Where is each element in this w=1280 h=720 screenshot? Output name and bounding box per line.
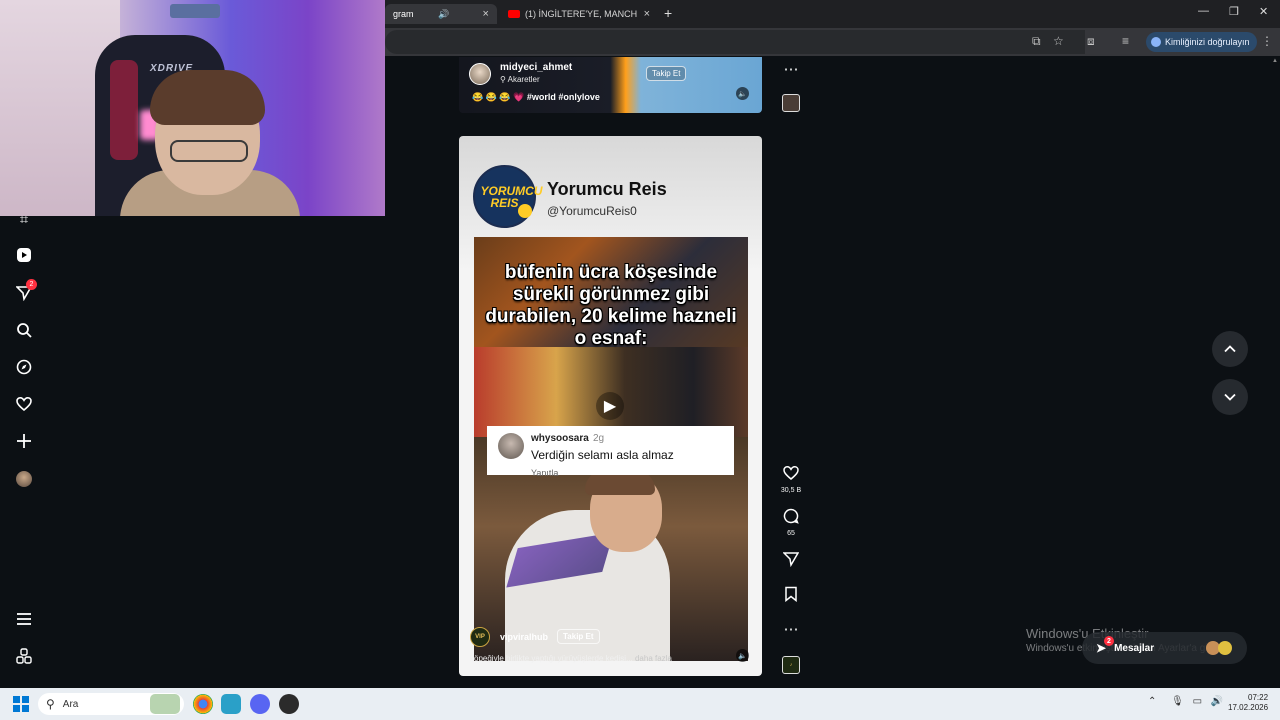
- app-icon[interactable]: [221, 694, 241, 714]
- more-options-icon[interactable]: ⋯: [780, 60, 802, 78]
- windows-taskbar: [0, 688, 1280, 720]
- post-location-label: Akaretler: [507, 75, 540, 84]
- create-icon[interactable]: [14, 431, 34, 451]
- mute-icon[interactable]: 🔈: [736, 649, 749, 662]
- windows-start-icon[interactable]: [13, 696, 29, 712]
- follow-button[interactable]: Takip Et: [557, 629, 600, 644]
- verify-identity-button[interactable]: Kimliğinizi doğrulayın: [1146, 32, 1257, 52]
- gaming-chair-stripe: [110, 60, 138, 160]
- page-scrollbar[interactable]: ▲: [1272, 58, 1278, 688]
- notification-badge: 2: [26, 279, 37, 290]
- clock-date: 17.02.2026: [1228, 703, 1269, 712]
- post-location[interactable]: ⚲ Akaretler: [500, 75, 540, 84]
- reel-author-username[interactable]: vipviralhub: [500, 632, 548, 642]
- previous-reel-button[interactable]: [1212, 331, 1248, 367]
- also-from-meta-icon[interactable]: [14, 646, 34, 666]
- taskbar-clock[interactable]: 07:22 17.02.2026: [1228, 693, 1268, 713]
- more-options-icon[interactable]: ⋯: [780, 620, 802, 638]
- post-caption: 😂 😂 😂 💗 #world #onlylove: [472, 92, 600, 102]
- address-bar[interactable]: [385, 30, 1085, 54]
- account-name: Yorumcu Reis: [547, 179, 667, 199]
- search-highlight-icon[interactable]: [150, 694, 180, 714]
- comment-count: 65: [787, 530, 795, 537]
- save-icon[interactable]: [780, 586, 802, 606]
- streamer-glasses: [170, 140, 248, 162]
- comment-username: whysoosara: [531, 433, 589, 444]
- webcam-shelf: [170, 4, 220, 18]
- comment-reply: Yanıtla: [531, 468, 559, 478]
- close-tab-icon[interactable]: ×: [644, 8, 650, 20]
- close-window-button[interactable]: ✕: [1259, 5, 1268, 18]
- system-tray[interactable]: ⌃ 🎙 ▭ 🔊: [1148, 696, 1223, 707]
- account-logo: YORUMCU REIS: [473, 165, 543, 228]
- shield-icon: [1151, 37, 1161, 47]
- webcam-overlay: XDRIVE: [0, 0, 385, 216]
- reel-caption-text: köpeğiyle birlikte yaptığı yürüyüşlerde …: [470, 654, 633, 663]
- vip-badge-text: VIP: [475, 634, 485, 640]
- messages-badge: 2: [1104, 636, 1114, 646]
- volume-icon[interactable]: 🔊: [1211, 696, 1223, 707]
- caption-more-link[interactable]: daha fazla: [635, 654, 672, 663]
- microphone-icon[interactable]: 🎙: [1171, 696, 1184, 707]
- audio-thumbnail[interactable]: [782, 94, 800, 112]
- account-handle: @YorumcuReis0: [547, 204, 637, 218]
- laughing-emoji-icon: [518, 204, 532, 218]
- youtube-icon: [508, 10, 520, 18]
- audio-thumbnail[interactable]: ♪: [782, 656, 800, 674]
- reel-caption: köpeğiyle birlikte yaptığı yürüyüşlerde …: [470, 654, 672, 663]
- video-headline: büfenin ücra köşesinde sürekli görünmez …: [485, 262, 737, 349]
- share-icon[interactable]: [780, 551, 802, 571]
- messages-label: Mesajlar: [1114, 642, 1155, 654]
- reels-icon[interactable]: [14, 245, 34, 265]
- message-avatar: [1218, 641, 1232, 655]
- obs-icon[interactable]: [279, 694, 299, 714]
- discord-icon[interactable]: [250, 694, 270, 714]
- comment-avatar: [498, 433, 524, 459]
- search-icon: ⚲: [46, 697, 55, 711]
- taskbar-search-placeholder: Ara: [62, 698, 79, 710]
- messages-nav-icon[interactable]: 2: [14, 279, 37, 303]
- search-icon[interactable]: [14, 320, 34, 340]
- reel-author-avatar[interactable]: VIP: [470, 627, 490, 647]
- streamer-hair: [150, 70, 265, 125]
- post-author-username[interactable]: midyeci_ahmet: [500, 62, 572, 73]
- messages-button[interactable]: ➤ 2 Mesajlar: [1082, 632, 1247, 664]
- monitor-icon[interactable]: ▭: [1193, 696, 1202, 707]
- minimize-button[interactable]: —: [1198, 5, 1209, 17]
- like-icon[interactable]: [780, 465, 802, 485]
- clock-time: 07:22: [1248, 693, 1269, 702]
- comment-time: 2g: [593, 433, 605, 444]
- like-count: 30,5 B: [780, 487, 802, 494]
- profile-avatar[interactable]: [16, 471, 32, 487]
- tab-title: gram: [393, 9, 414, 19]
- tab-instagram[interactable]: gram 🔊 ×: [385, 4, 497, 24]
- chevron-up-icon[interactable]: ⌃: [1148, 696, 1156, 707]
- comment-text: Verdiğin selamı asla almaz: [531, 448, 674, 462]
- media-control-icon[interactable]: ≡: [1122, 34, 1129, 48]
- install-app-icon[interactable]: ⧉: [1032, 34, 1041, 49]
- chrome-icon[interactable]: [193, 694, 213, 714]
- more-menu-icon[interactable]: [14, 609, 34, 629]
- comment-icon[interactable]: [780, 508, 802, 528]
- tab-title: (1) İNGİLTERE'YE, MANCHESTE: [525, 9, 637, 19]
- play-icon[interactable]: ▶: [596, 392, 624, 420]
- bookmark-star-icon[interactable]: ☆: [1053, 34, 1064, 48]
- verify-label: Kimliğinizi doğrulayın: [1165, 37, 1250, 47]
- next-reel-button[interactable]: [1212, 379, 1248, 415]
- follow-button[interactable]: Takip Et: [646, 66, 687, 81]
- location-pin-icon: ⚲: [500, 75, 508, 84]
- mute-icon[interactable]: 🔈: [736, 87, 749, 100]
- tab-youtube[interactable]: (1) İNGİLTERE'YE, MANCHESTE ×: [500, 4, 658, 24]
- browser-menu-icon[interactable]: ⋮: [1261, 34, 1273, 48]
- new-tab-button[interactable]: +: [664, 5, 672, 21]
- speaker-icon[interactable]: 🔊: [438, 9, 449, 20]
- explore-icon[interactable]: [14, 357, 34, 377]
- post-author-avatar[interactable]: [469, 63, 491, 85]
- heart-nav-icon[interactable]: [14, 394, 34, 414]
- restore-button[interactable]: ❐: [1229, 5, 1239, 18]
- close-tab-icon[interactable]: ×: [483, 8, 489, 20]
- extensions-icon[interactable]: ⧈: [1087, 34, 1095, 49]
